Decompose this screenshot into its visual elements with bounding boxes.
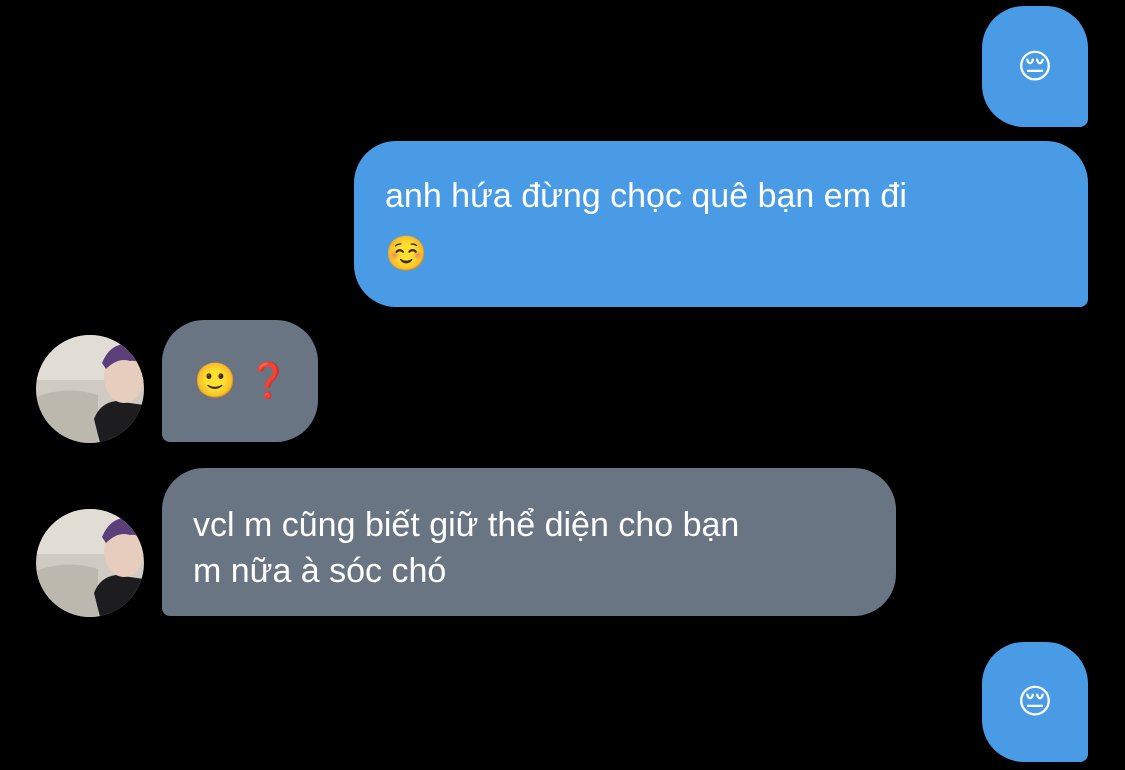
smiling-face-icon: ☺️ <box>385 234 428 274</box>
avatar-photo-icon <box>36 335 144 443</box>
pensive-face-icon: 😔 <box>1017 46 1053 87</box>
message-text-line-2: m nữa à sóc chó <box>193 552 447 590</box>
incoming-message-emoji[interactable]: 🙂 ❓ <box>162 320 318 442</box>
incoming-message-text[interactable]: vcl m cũng biết giữ thể diện cho bạn m n… <box>162 468 896 616</box>
outgoing-message-pensive-emoji[interactable]: 😔 <box>982 642 1088 762</box>
outgoing-message-pensive-emoji[interactable]: 😔 <box>982 6 1088 127</box>
outgoing-message-text[interactable]: anh hứa đừng chọc quê bạn em đi ☺️ <box>354 141 1088 307</box>
contact-avatar[interactable] <box>36 335 144 443</box>
slight-smile-question-icon: 🙂 ❓ <box>194 361 290 401</box>
message-text-line-1: vcl m cũng biết giữ thể diện cho bạn <box>193 506 740 544</box>
contact-avatar[interactable] <box>36 509 144 617</box>
avatar-photo-icon <box>36 509 144 617</box>
pensive-face-icon: 😔 <box>1017 682 1053 722</box>
message-text: anh hứa đừng chọc quê bạn em đi <box>385 177 907 215</box>
